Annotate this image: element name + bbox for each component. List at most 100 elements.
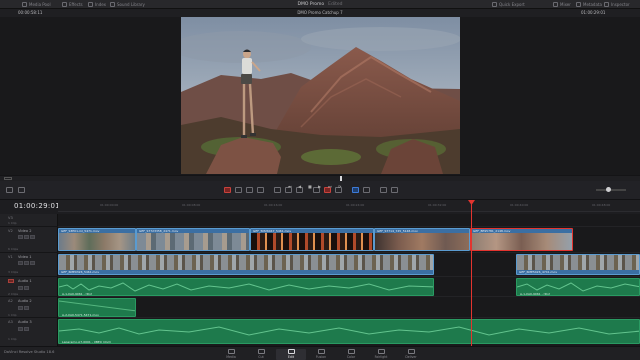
- marker-icon[interactable]: [363, 187, 370, 193]
- inspector-icon: [604, 2, 609, 7]
- zoom-slider[interactable]: [596, 187, 626, 192]
- edit-page-icon: [287, 349, 295, 354]
- page-media[interactable]: Media: [216, 349, 246, 360]
- zoom-full-icon[interactable]: [380, 187, 387, 193]
- timeline-timecode: 01:00:29:01: [14, 202, 61, 210]
- ruler-tick: 01:00:24:00: [346, 203, 365, 207]
- timeline-ruler[interactable]: 01:00:00:00 01:00:08:00 01:00:16:00 01:0…: [58, 200, 640, 212]
- lane-v2: GEF_S3E01-ml_5471.mov GEF_S7723358_2471.…: [58, 227, 640, 253]
- page-color[interactable]: Color: [336, 349, 366, 360]
- video-clip-selected[interactable]: GEF_8E95781_2148.mov: [470, 228, 573, 251]
- rewind-icon[interactable]: ◀: [298, 184, 301, 189]
- track-controls: [18, 327, 29, 331]
- solo-icon[interactable]: [18, 306, 23, 310]
- track-header-a2[interactable]: A2 Audio 2 1 Clip: [0, 297, 58, 318]
- metadata-icon: [576, 2, 581, 7]
- viewer-image: [181, 17, 460, 174]
- play-icon[interactable]: ▶: [318, 184, 321, 189]
- zoom-slider-knob[interactable]: [606, 187, 611, 192]
- audio-waveform: [59, 326, 639, 336]
- page-cut[interactable]: Cut: [246, 349, 276, 360]
- color-page-icon: [347, 349, 355, 354]
- timeline-view-options-icon[interactable]: [6, 187, 13, 193]
- trim-edit-icon[interactable]: [235, 187, 242, 193]
- track-controls: [18, 286, 29, 290]
- volume-ramp: [59, 300, 135, 312]
- skip-end-icon[interactable]: ⏭: [328, 184, 332, 189]
- track-headers: V3 1 Clip V2 Video 2 6 Clips V1 Video 1 …: [0, 214, 58, 346]
- timeline-tracks[interactable]: GEF_S3E01-ml_5471.mov GEF_S7723358_2471.…: [58, 214, 640, 346]
- window-title: DMO Promo Edited: [297, 2, 343, 7]
- ruler-tick: 01:00:48:00: [592, 203, 611, 207]
- page-navigation: Media Cut Edit Fusion Color Fairlight De…: [0, 346, 640, 360]
- mute-icon[interactable]: [24, 306, 29, 310]
- track-controls: [18, 261, 35, 265]
- track-header-v1[interactable]: V1 Video 1 3 Clips: [0, 253, 58, 277]
- track-header-a1[interactable]: Audio 1 2 Clips: [0, 277, 58, 297]
- cut-page-icon: [257, 349, 265, 354]
- ruler-tick: 01:00:16:00: [264, 203, 283, 207]
- audio-clip[interactable]: A-2-XA0-5471-5471.mov: [58, 298, 136, 317]
- mixer-button[interactable]: Mixer: [553, 1, 571, 8]
- lock-track-icon[interactable]: [18, 261, 23, 265]
- mute-icon[interactable]: [24, 286, 29, 290]
- viewer-title: DMO Promo Catchup 7: [297, 10, 343, 15]
- ruler-tick: 01:00:32:00: [428, 203, 447, 207]
- audio-clip[interactable]: A-1-XA0-9061 - [Dx]: [516, 278, 640, 296]
- video-clip[interactable]: GEF_S7714_745_5148.mov: [374, 228, 470, 251]
- dynamic-trim-icon[interactable]: [246, 187, 253, 193]
- layout-icon[interactable]: [18, 187, 25, 193]
- track-header-v2[interactable]: V2 Video 2 6 Clips: [0, 227, 58, 253]
- video-clip[interactable]: GEF_S7723358_2471.mov: [136, 228, 250, 251]
- flag-icon[interactable]: [352, 187, 359, 193]
- video-clip[interactable]: GEF_5M26047_5461.mov: [250, 228, 374, 251]
- track-visibility-icon[interactable]: [30, 261, 35, 265]
- track-controls: [18, 235, 35, 239]
- video-clip[interactable]: GEF_6ME0326_5461.mov: [58, 254, 434, 275]
- app-brand: DaVinci Resolve Studio 18.6: [4, 350, 55, 354]
- ruler-tick: 01:00:40:00: [510, 203, 529, 207]
- insert-clip-icon[interactable]: [274, 187, 281, 193]
- fairlight-page-icon: [377, 349, 385, 354]
- track-header-v3[interactable]: V3 1 Clip: [0, 214, 58, 227]
- solo-icon[interactable]: [18, 286, 23, 290]
- audio-clip[interactable]: Laparamo-A7-0001 - XBE0 (dnd): [58, 319, 640, 344]
- zoom-detail-icon[interactable]: [391, 187, 398, 193]
- export-icon: [492, 2, 497, 7]
- page-deliver[interactable]: Deliver: [396, 349, 426, 360]
- selection-mode-icon[interactable]: [224, 187, 231, 193]
- page-edit[interactable]: Edit: [276, 349, 306, 360]
- video-clip[interactable]: GEF_6ME5426_4741.mov: [516, 254, 640, 275]
- resolve-edit-page: Media Pool Effects Index Sound Library D…: [0, 0, 640, 360]
- deliver-page-icon: [407, 349, 415, 354]
- audio-waveform: [59, 282, 433, 292]
- lane-a3: Laparamo-A7-0001 - XBE0 (dnd): [58, 318, 640, 346]
- quick-export-button[interactable]: Quick Export: [492, 1, 525, 8]
- record-timecode: 01:00:29:01: [581, 10, 606, 15]
- video-clip[interactable]: GEF_S3E01-ml_5471.mov: [58, 228, 136, 251]
- loop-icon[interactable]: ⟳: [338, 184, 341, 189]
- inspector-button[interactable]: Inspector: [604, 1, 630, 8]
- solo-icon[interactable]: [18, 327, 23, 331]
- video-frame: [181, 17, 460, 174]
- stop-icon[interactable]: ■: [308, 184, 312, 189]
- viewer-layout-button[interactable]: [4, 177, 12, 180]
- skip-start-icon[interactable]: ⏮: [288, 184, 292, 189]
- page-fusion[interactable]: Fusion: [306, 349, 336, 360]
- audio-clip[interactable]: A-1-XA0-9061 - [Dx]: [58, 278, 434, 296]
- track-header-a3[interactable]: A3 Audio 3 1 Clip: [0, 318, 58, 346]
- lane-v1: GEF_6ME0326_5461.mov GEF_6ME5426_4741.mo…: [58, 253, 640, 277]
- blade-icon[interactable]: [257, 187, 264, 193]
- page-fairlight[interactable]: Fairlight: [366, 349, 396, 360]
- playhead[interactable]: [471, 200, 472, 346]
- metadata-button[interactable]: Metadata: [576, 1, 602, 8]
- track-visibility-icon[interactable]: [30, 235, 35, 239]
- mute-icon[interactable]: [24, 327, 29, 331]
- viewer-header: 00:00:58:11 DMO Promo Catchup 7 01:00:29…: [0, 9, 640, 17]
- timeline-viewer[interactable]: [0, 17, 640, 175]
- edit-toolbar: ⏮ ◀ ■ ▶ ⏭ ⟳: [0, 181, 640, 200]
- auto-select-icon[interactable]: [24, 261, 29, 265]
- record-arm-icon[interactable]: [8, 279, 14, 283]
- lock-track-icon[interactable]: [18, 235, 23, 239]
- auto-select-icon[interactable]: [24, 235, 29, 239]
